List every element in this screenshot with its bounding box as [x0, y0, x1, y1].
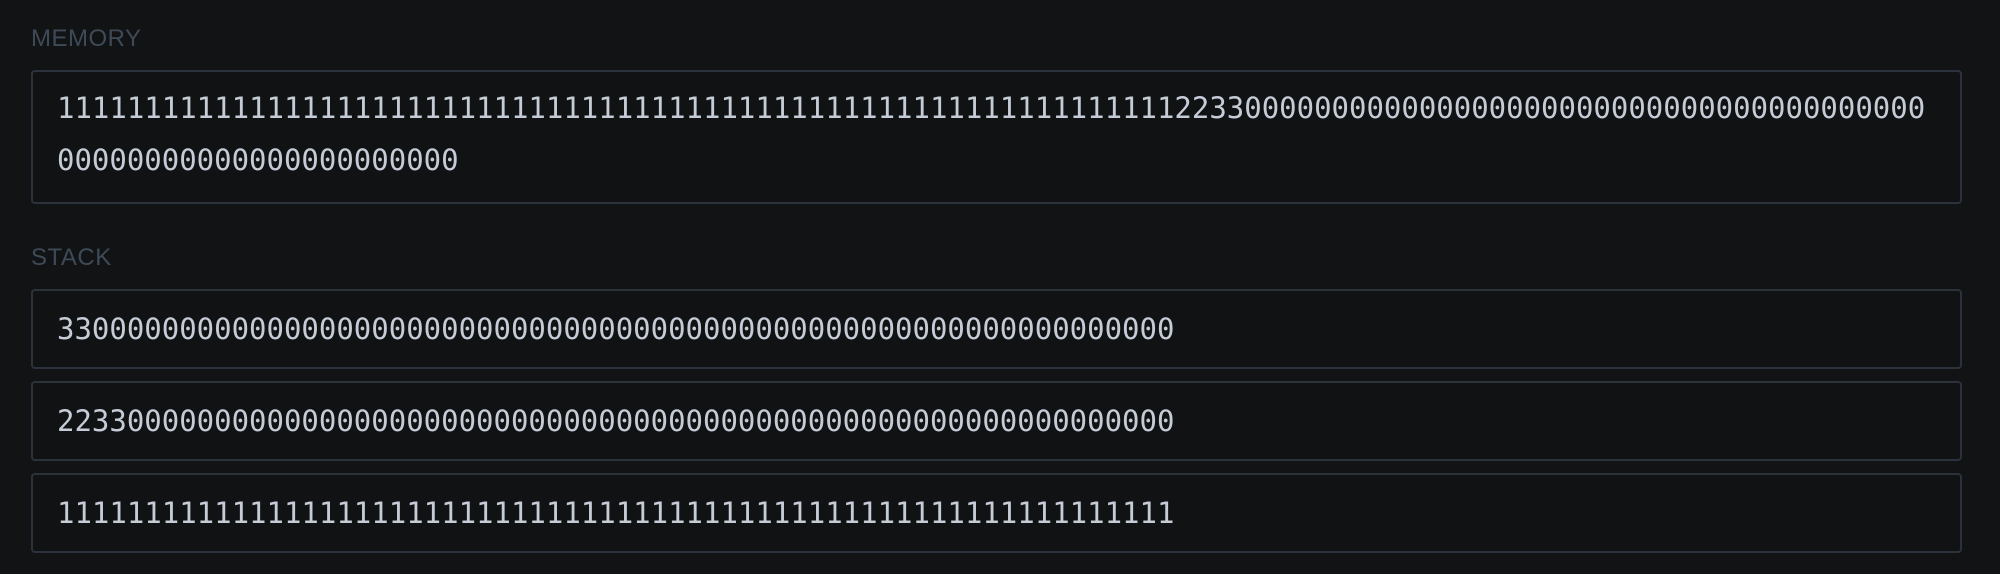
stack-list: 3300000000000000000000000000000000000000… — [31, 289, 1962, 565]
memory-value-box: 1111111111111111111111111111111111111111… — [31, 70, 1962, 204]
memory-label: MEMORY — [31, 25, 142, 52]
stack-item: 2233000000000000000000000000000000000000… — [31, 381, 1962, 461]
stack-label: STACK — [31, 244, 112, 271]
stack-item: 3300000000000000000000000000000000000000… — [31, 289, 1962, 369]
stack-item: 1111111111111111111111111111111111111111… — [31, 473, 1962, 553]
